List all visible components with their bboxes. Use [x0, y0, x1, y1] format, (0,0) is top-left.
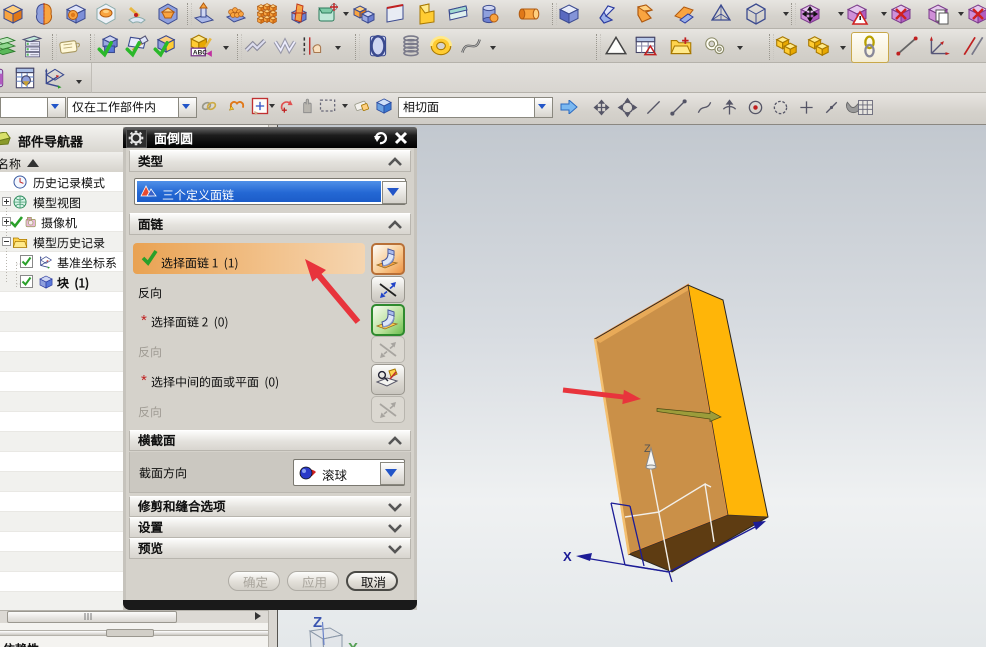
svg-text:*: *: [141, 373, 147, 386]
svg-text:X: X: [563, 549, 572, 564]
svg-text:Z: Z: [313, 614, 322, 631]
svg-text:*: *: [141, 313, 147, 326]
svg-text:Z: Z: [644, 443, 651, 455]
svg-text:X: X: [348, 640, 358, 647]
svg-text:ABC: ABC: [193, 50, 207, 57]
